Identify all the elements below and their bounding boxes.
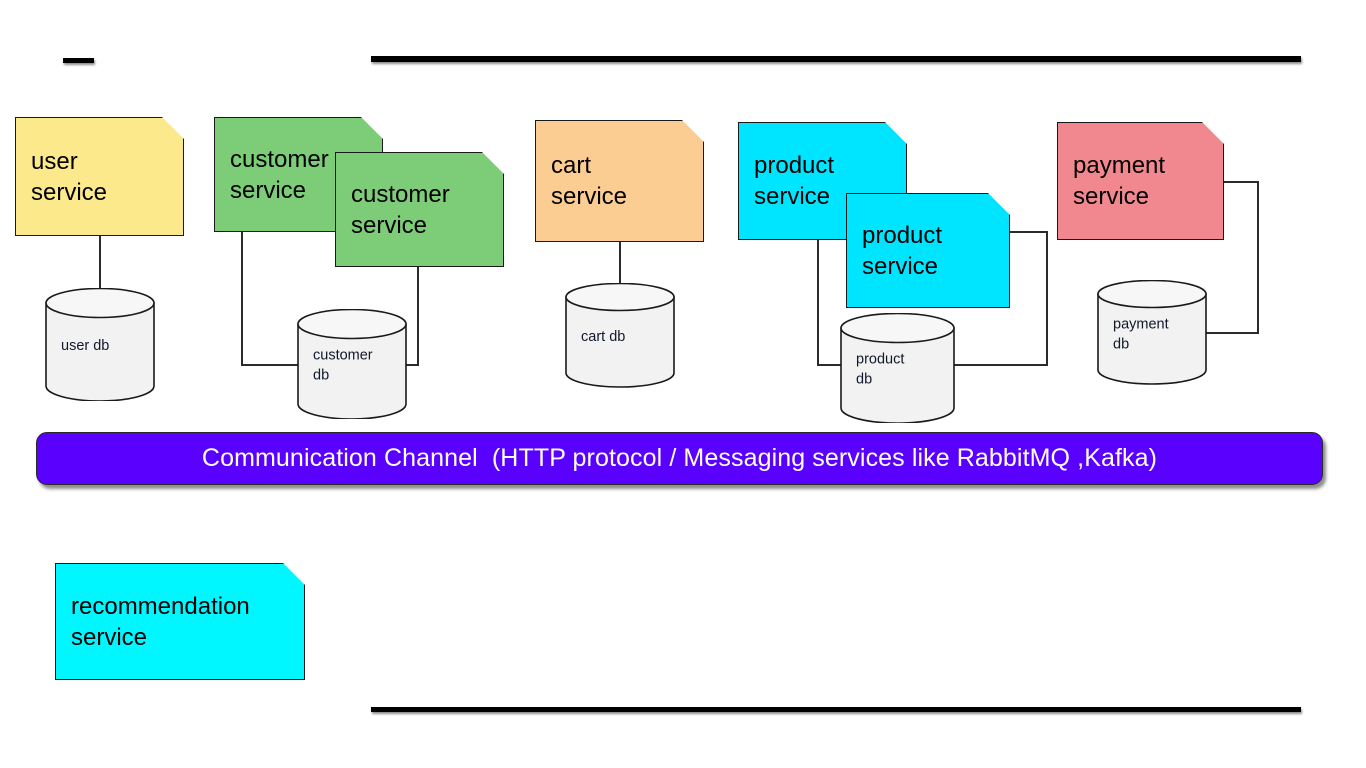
database-user-db[interactable]: user db bbox=[45, 287, 155, 402]
database-label: cart db bbox=[581, 328, 626, 345]
communication-channel-label: Communication Channel (HTTP protocol / M… bbox=[201, 444, 1158, 472]
database-label: product db bbox=[856, 351, 905, 388]
service-label: recommendation service bbox=[71, 592, 250, 651]
service-label: user service bbox=[31, 147, 108, 206]
database-label: payment db bbox=[1113, 316, 1169, 353]
bottom-horizontal-rule bbox=[371, 707, 1301, 712]
service-label: product service bbox=[754, 152, 835, 210]
database-product-db[interactable]: product db bbox=[840, 312, 955, 424]
database-customer-db[interactable]: customer db bbox=[297, 308, 407, 420]
service-label: cart service bbox=[551, 152, 628, 210]
database-label: user db bbox=[61, 337, 110, 354]
service-label: customer service bbox=[230, 145, 329, 204]
connector-product-service-1-to-product-db bbox=[817, 240, 842, 366]
database-label: customer db bbox=[313, 347, 373, 384]
service-node-customer-service-2[interactable]: customer service bbox=[335, 152, 504, 267]
service-label: product service bbox=[862, 221, 943, 280]
service-node-recommendation-service[interactable]: recommendation service bbox=[55, 563, 305, 680]
service-label: customer service bbox=[351, 180, 450, 239]
top-horizontal-rule bbox=[371, 56, 1301, 62]
service-node-product-service-2[interactable]: product service bbox=[846, 193, 1010, 308]
service-label: payment service bbox=[1073, 152, 1166, 210]
database-payment-db[interactable]: payment db bbox=[1097, 279, 1207, 385]
diagram-canvas: user db customer db cart db product db p… bbox=[0, 0, 1366, 768]
top-left-dash bbox=[63, 58, 94, 63]
service-node-payment-service[interactable]: payment service bbox=[1057, 122, 1224, 240]
connector-customer-service-1-to-customer-db bbox=[241, 232, 299, 366]
database-cart-db[interactable]: cart db bbox=[565, 282, 675, 388]
communication-channel-banner[interactable]: Communication Channel (HTTP protocol / M… bbox=[36, 432, 1323, 485]
service-node-user-service[interactable]: user service bbox=[15, 117, 184, 236]
service-node-cart-service[interactable]: cart service bbox=[535, 120, 704, 242]
